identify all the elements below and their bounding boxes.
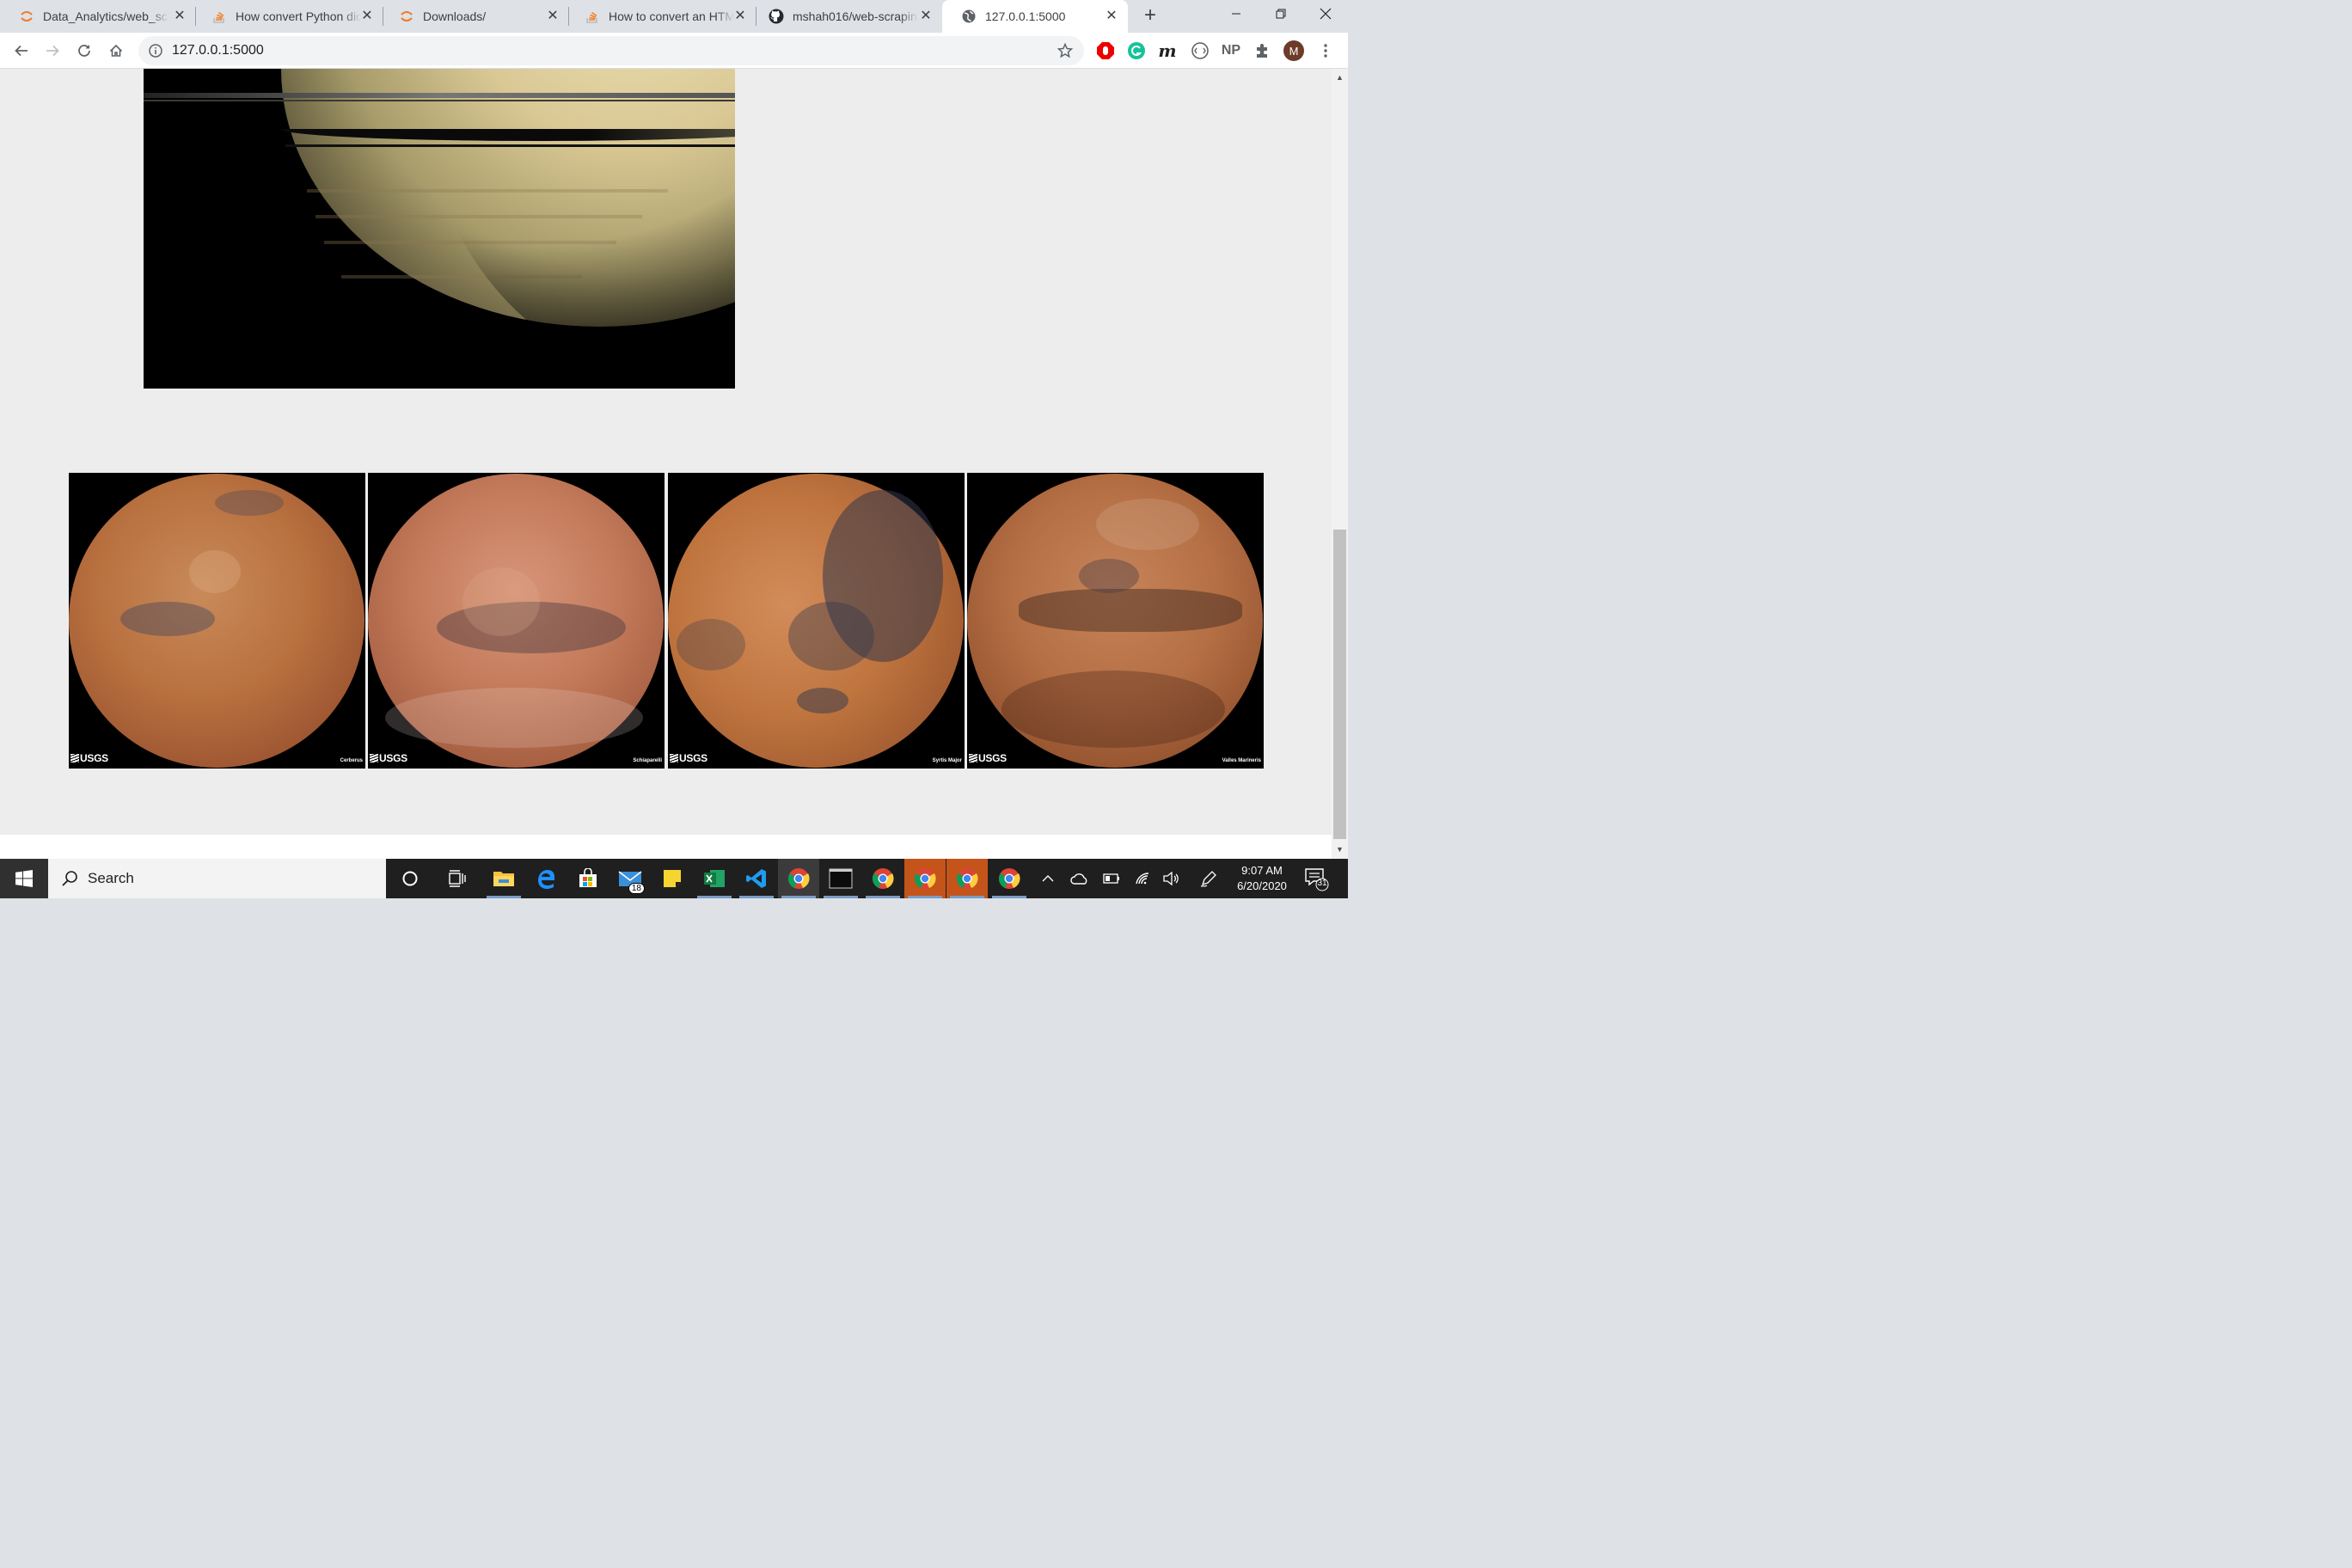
pen-workspace-icon[interactable] bbox=[1197, 859, 1221, 898]
close-icon[interactable]: ✕ bbox=[732, 9, 748, 24]
github-icon bbox=[769, 9, 784, 24]
page-scrollbar[interactable]: ▲ ▼ bbox=[1332, 69, 1348, 859]
store-icon[interactable] bbox=[567, 859, 609, 898]
tab-downloads[interactable]: Downloads/ ✕ bbox=[380, 0, 569, 33]
scroll-down-arrow-icon[interactable]: ▼ bbox=[1332, 842, 1348, 857]
search-icon bbox=[60, 869, 79, 888]
menu-kebab-icon[interactable] bbox=[1315, 40, 1336, 61]
address-bar[interactable]: 127.0.0.1:5000 bbox=[138, 36, 1084, 65]
tab-title: How convert Python dic bbox=[236, 9, 361, 23]
close-icon[interactable]: ✕ bbox=[172, 9, 187, 24]
usgs-logo: USGS bbox=[969, 752, 1007, 764]
close-window-button[interactable] bbox=[1303, 0, 1348, 28]
taskbar-search-box[interactable]: Search bbox=[48, 859, 386, 898]
sticky-notes-icon[interactable] bbox=[652, 859, 693, 898]
usgs-logo: USGS bbox=[370, 752, 407, 764]
home-button[interactable] bbox=[105, 40, 127, 62]
url-text: 127.0.0.1:5000 bbox=[172, 43, 264, 58]
jupyter-icon bbox=[399, 9, 414, 24]
reload-button[interactable] bbox=[73, 40, 95, 62]
page-viewport[interactable]: USGS Cerberus USGS Schiaparelli USGS Syr… bbox=[0, 69, 1332, 835]
tab-strip: Data_Analytics/web_scr ✕ How convert Pyt… bbox=[0, 0, 1348, 33]
task-view-icon[interactable] bbox=[437, 859, 478, 898]
start-button[interactable] bbox=[0, 859, 48, 898]
scroll-up-arrow-icon[interactable]: ▲ bbox=[1332, 70, 1348, 85]
hemisphere-image-syrtis-major: USGS Syrtis Major bbox=[668, 473, 965, 769]
usgs-logo: USGS bbox=[70, 752, 108, 764]
tab-localhost[interactable]: 127.0.0.1:5000 ✕ bbox=[942, 0, 1128, 33]
stackoverflow-icon bbox=[585, 9, 600, 24]
tab-title: Downloads/ bbox=[423, 9, 487, 23]
battery-icon[interactable] bbox=[1100, 859, 1123, 898]
stackoverflow-icon bbox=[211, 9, 227, 24]
onedrive-icon[interactable] bbox=[1068, 859, 1092, 898]
vscode-icon[interactable] bbox=[736, 859, 777, 898]
close-icon[interactable]: ✕ bbox=[1104, 9, 1119, 24]
scrollbar-thumb[interactable] bbox=[1333, 530, 1346, 839]
chrome-icon[interactable] bbox=[946, 859, 988, 898]
show-hidden-icons-chevron-icon[interactable] bbox=[1037, 859, 1059, 898]
taskbar-clock[interactable]: 9:07 AM 6/20/2020 bbox=[1228, 863, 1296, 894]
chrome-icon[interactable] bbox=[778, 859, 819, 898]
extensions-puzzle-icon[interactable] bbox=[1253, 40, 1273, 61]
wifi-icon[interactable] bbox=[1131, 859, 1154, 898]
globe-icon bbox=[961, 9, 977, 24]
cortana-icon[interactable] bbox=[389, 859, 431, 898]
tab-title: How to convert an HTM bbox=[609, 9, 734, 23]
tab-data-analytics[interactable]: Data_Analytics/web_scr ✕ bbox=[0, 0, 196, 33]
close-icon[interactable]: ✕ bbox=[359, 9, 375, 24]
chrome-icon[interactable] bbox=[862, 859, 903, 898]
file-explorer-icon[interactable] bbox=[483, 859, 524, 898]
hemisphere-name: Valles Marineris bbox=[1222, 758, 1261, 763]
tab-title: mshah016/web-scrapin bbox=[793, 9, 917, 23]
restore-button[interactable] bbox=[1259, 0, 1303, 28]
excel-icon[interactable] bbox=[694, 859, 735, 898]
featured-image-saturn bbox=[144, 69, 735, 389]
jupyter-icon bbox=[19, 9, 34, 24]
adblock-icon[interactable] bbox=[1095, 40, 1116, 61]
screen: Data_Analytics/web_scr ✕ How convert Pyt… bbox=[0, 0, 1348, 898]
profile-avatar[interactable]: M bbox=[1283, 40, 1304, 61]
tab-html-convert[interactable]: How to convert an HTM ✕ bbox=[566, 0, 756, 33]
extension-circle-icon[interactable] bbox=[1190, 40, 1210, 61]
notification-count: 31 bbox=[1317, 879, 1327, 888]
tab-title: 127.0.0.1:5000 bbox=[985, 9, 1066, 23]
extension-np-icon[interactable]: NP bbox=[1221, 40, 1241, 61]
search-placeholder: Search bbox=[88, 870, 134, 886]
hemisphere-image-schiaparelli: USGS Schiaparelli bbox=[368, 473, 665, 769]
mail-badge: 18 bbox=[628, 883, 645, 894]
profile-initial: M bbox=[1283, 40, 1304, 61]
edge-icon[interactable] bbox=[525, 859, 567, 898]
hemisphere-name: Schiaparelli bbox=[633, 758, 662, 763]
usgs-logo: USGS bbox=[670, 752, 707, 764]
clock-date: 6/20/2020 bbox=[1237, 879, 1287, 892]
clock-time: 9:07 AM bbox=[1241, 864, 1283, 877]
hemisphere-name: Cerberus bbox=[340, 758, 363, 763]
chrome-icon[interactable] bbox=[989, 859, 1030, 898]
mail-icon[interactable]: 18 bbox=[609, 859, 651, 898]
back-button[interactable] bbox=[10, 40, 33, 62]
close-icon[interactable]: ✕ bbox=[918, 9, 934, 24]
info-icon[interactable] bbox=[148, 43, 163, 58]
tab-github[interactable]: mshah016/web-scrapin ✕ bbox=[750, 0, 942, 33]
bookmark-star-icon[interactable] bbox=[1057, 42, 1074, 59]
action-center-icon[interactable]: 31 bbox=[1303, 866, 1329, 891]
windows-taskbar: Search 18 9:07 AM 6/20/2020 31 bbox=[0, 859, 1348, 898]
chrome-icon[interactable] bbox=[904, 859, 946, 898]
windows-logo-icon bbox=[15, 870, 33, 887]
extension-m-icon[interactable]: m bbox=[1157, 40, 1178, 61]
hemisphere-name: Syrtis Major bbox=[932, 758, 962, 763]
tab-title: Data_Analytics/web_scr bbox=[43, 9, 168, 23]
minimize-button[interactable] bbox=[1214, 0, 1259, 28]
grammarly-icon[interactable] bbox=[1126, 40, 1147, 61]
browser-toolbar: 127.0.0.1:5000 m NP M bbox=[0, 33, 1348, 69]
close-icon[interactable]: ✕ bbox=[545, 9, 560, 24]
volume-icon[interactable] bbox=[1161, 859, 1183, 898]
hemisphere-image-valles-marineris: USGS Valles Marineris bbox=[967, 473, 1264, 769]
new-tab-button[interactable]: + bbox=[1139, 5, 1161, 28]
terminal-icon[interactable] bbox=[820, 859, 861, 898]
hemisphere-image-cerberus: USGS Cerberus bbox=[69, 473, 365, 769]
tab-python-dict[interactable]: How convert Python dic ✕ bbox=[193, 0, 383, 33]
forward-button[interactable] bbox=[41, 40, 64, 62]
